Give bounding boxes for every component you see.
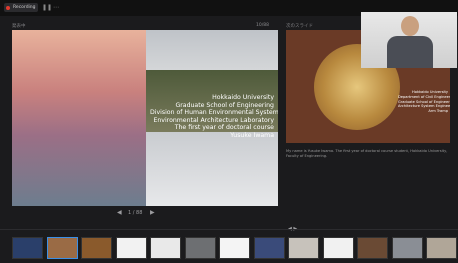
slide-thumbnail[interactable] (357, 237, 388, 259)
recording-label: Recording (13, 5, 36, 10)
next-slide-line: Department of Civil Engineering (398, 94, 450, 99)
pause-icon[interactable]: ❚❚ (42, 4, 52, 12)
slide-title-block: Hokkaido University Graduate School of E… (150, 94, 278, 140)
more-icon[interactable]: ⋯ (52, 4, 60, 12)
current-slide: Hokkaido University Graduate School of E… (12, 30, 278, 206)
slide-thumbnail[interactable] (426, 237, 457, 259)
presenter-head (401, 16, 419, 36)
slide-thumbnail[interactable] (150, 237, 181, 259)
sky-photo (146, 30, 278, 70)
next-slide-line: Arm Tramp (428, 109, 448, 114)
presenter-body (387, 36, 433, 68)
recording-badge[interactable]: Recording (4, 3, 38, 12)
slide-line: Division of Human Environmental System (150, 109, 278, 117)
next-slide-label: 次のスライド (286, 24, 313, 29)
slide-counter: 1 / 88 (128, 210, 143, 216)
record-icon (6, 5, 10, 10)
current-slide-label: 発表中 (12, 24, 26, 29)
slide-thumbnail[interactable] (115, 237, 147, 259)
slide-line: Environmental Architecture Laboratory (153, 116, 274, 124)
slide-thumbnail[interactable] (46, 237, 78, 259)
slide-thumbnail[interactable] (391, 237, 423, 259)
mural-photo (12, 30, 146, 206)
slide-line: The first year of doctoral course (174, 124, 274, 132)
slide-thumbnail[interactable] (322, 237, 354, 259)
slide-line: Graduate School of Engineering (175, 101, 274, 109)
speaker-notes: My name is Yusuke Iwama. The first year … (286, 149, 448, 158)
slide-thumbnail[interactable] (219, 237, 250, 259)
next-slide-text: Hokkaido University Department of Civil … (398, 90, 450, 114)
thumbnail-strip (0, 234, 458, 262)
prev-slide-icon[interactable]: ◀ (117, 209, 122, 216)
snow-photo (146, 132, 278, 206)
slide-thumbnail[interactable] (12, 237, 43, 259)
slide-thumbnail[interactable] (253, 237, 285, 259)
slide-counter-top: 10/88 (256, 23, 269, 28)
slide-line: Yusuke Iwama (230, 131, 274, 139)
divider (0, 229, 458, 230)
slide-thumbnail[interactable] (288, 237, 319, 259)
slide-line: Hokkaido University (212, 94, 274, 101)
slide-thumbnail[interactable] (184, 237, 216, 259)
webcam-feed[interactable] (361, 12, 457, 68)
slide-thumbnail[interactable] (81, 237, 112, 259)
next-slide-icon[interactable]: ▶ (150, 209, 155, 216)
